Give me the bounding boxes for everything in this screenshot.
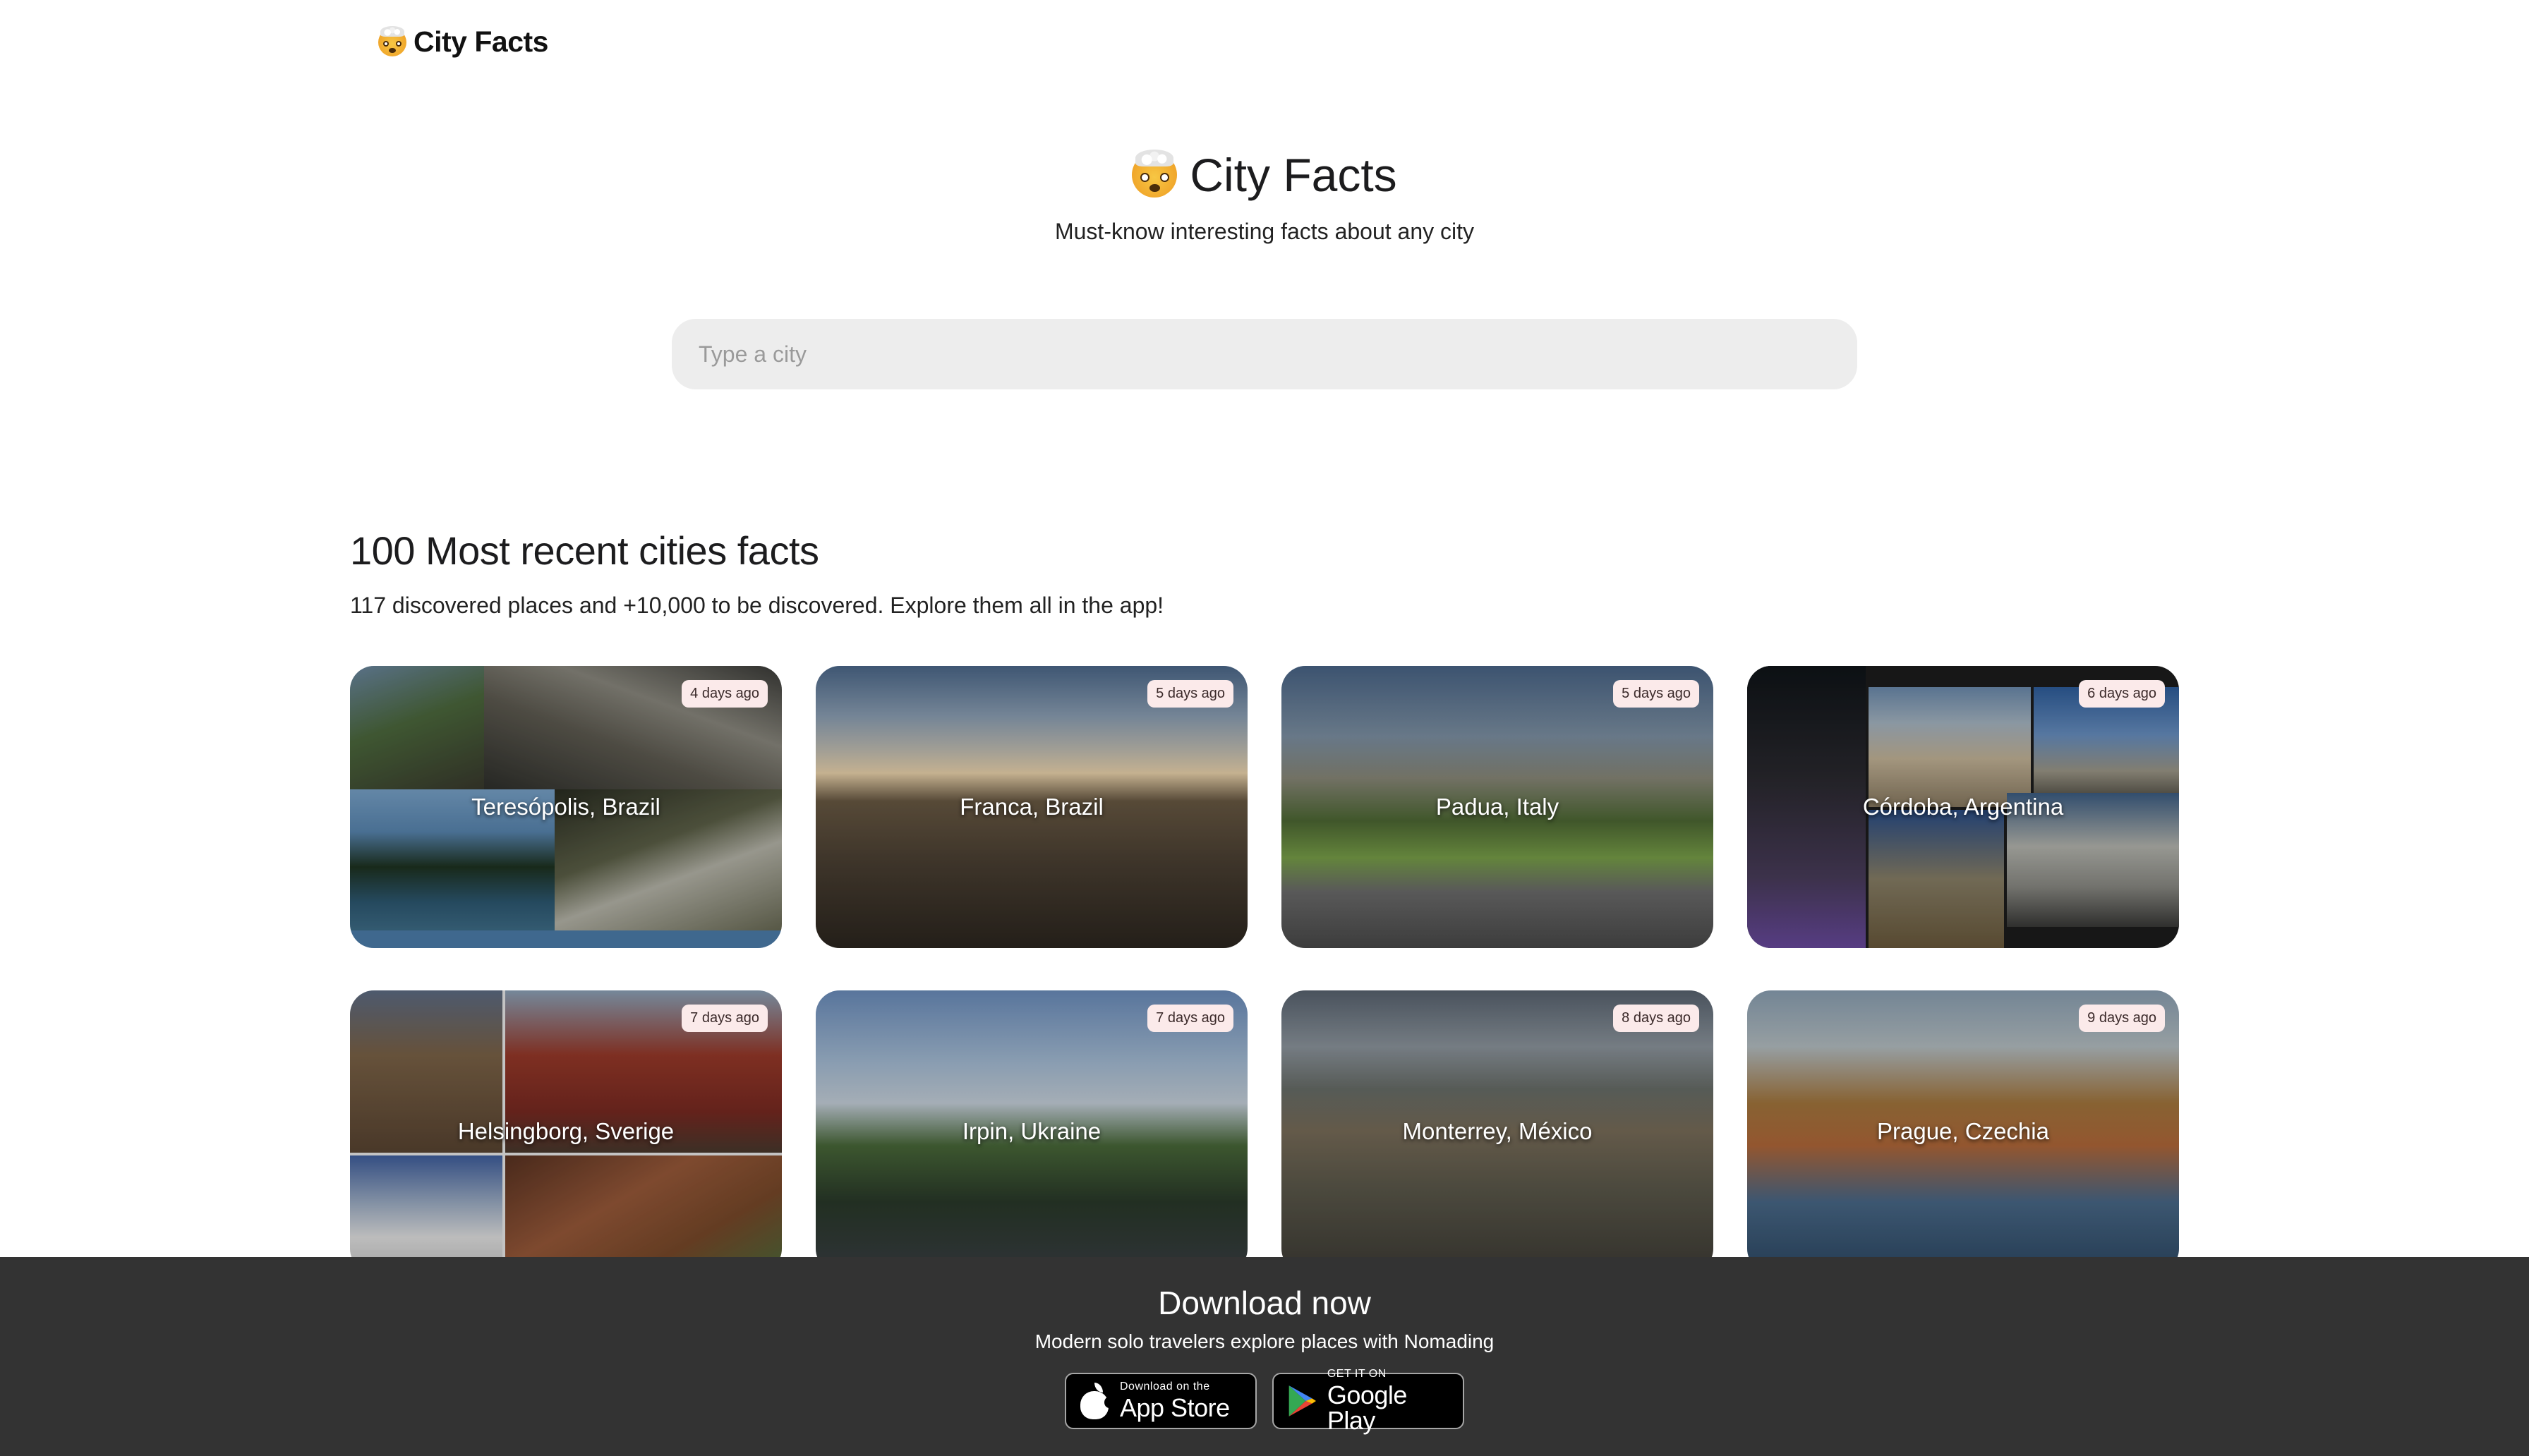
- city-card[interactable]: 4 days ago Teresópolis, Brazil: [350, 666, 782, 948]
- city-card[interactable]: 7 days ago Irpin, Ukraine: [816, 990, 1248, 1273]
- top-nav[interactable]: City Facts: [378, 25, 548, 59]
- city-card[interactable]: 9 days ago Prague, Czechia: [1747, 990, 2179, 1273]
- time-ago-badge: 4 days ago: [682, 680, 768, 708]
- google-play-icon: [1288, 1385, 1317, 1416]
- google-play-button[interactable]: GET IT ON Google Play: [1272, 1369, 1464, 1433]
- store-buttons: Download on the App Store GET IT ON Goog…: [0, 1369, 2529, 1433]
- section-subtitle: 117 discovered places and +10,000 to be …: [350, 593, 1164, 618]
- page-title: City Facts: [1132, 148, 1397, 202]
- brand-name[interactable]: City Facts: [414, 25, 548, 59]
- city-name: Padua, Italy: [1435, 794, 1559, 820]
- time-ago-badge: 7 days ago: [682, 1005, 768, 1032]
- footer-title: Download now: [1158, 1285, 1371, 1321]
- city-card[interactable]: 8 days ago Monterrey, México: [1281, 990, 1713, 1273]
- city-name: Irpin, Ukraine: [962, 1118, 1101, 1144]
- download-footer: Download now Modern solo travelers explo…: [0, 1257, 2529, 1456]
- apple-logo-icon: [1079, 1383, 1114, 1419]
- app-store-label: App Store: [1120, 1393, 1230, 1422]
- time-ago-badge: 7 days ago: [1147, 1005, 1233, 1032]
- city-name: Helsingborg, Sverige: [457, 1118, 675, 1144]
- exploding-head-icon: [1132, 150, 1178, 198]
- page-title-text: City Facts: [1190, 149, 1397, 201]
- time-ago-badge: 9 days ago: [2079, 1005, 2165, 1032]
- city-card[interactable]: 6 days ago Córdoba, Argentina: [1747, 666, 2179, 948]
- city-name: Prague, Czechia: [1877, 1118, 2049, 1144]
- city-card[interactable]: 7 days ago Helsingborg, Sverige: [350, 990, 782, 1273]
- city-card[interactable]: 5 days ago Padua, Italy: [1281, 666, 1713, 948]
- google-play-label: Google Play: [1327, 1381, 1408, 1435]
- hero: City Facts Must-know interesting facts a…: [0, 148, 2529, 245]
- app-store-button[interactable]: Download on the App Store: [1065, 1373, 1257, 1429]
- page-subtitle: Must-know interesting facts about any ci…: [1054, 219, 1475, 244]
- section-title: 100 Most recent cities facts: [350, 528, 819, 573]
- time-ago-badge: 6 days ago: [2079, 680, 2165, 708]
- app-store-small-text: Download on the: [1120, 1381, 1210, 1393]
- time-ago-badge: 8 days ago: [1613, 1005, 1699, 1032]
- city-name: Monterrey, México: [1402, 1118, 1593, 1144]
- page: City Facts City Facts Must-know interest…: [0, 0, 2529, 1456]
- time-ago-badge: 5 days ago: [1613, 680, 1699, 708]
- city-name: Córdoba, Argentina: [1862, 794, 2064, 820]
- city-search-input[interactable]: [672, 319, 1857, 389]
- time-ago-badge: 5 days ago: [1147, 680, 1233, 708]
- city-name: Franca, Brazil: [960, 794, 1104, 820]
- exploding-head-icon: [378, 26, 406, 56]
- footer-subtitle: Modern solo travelers explore places wit…: [1034, 1330, 1495, 1352]
- city-name: Teresópolis, Brazil: [471, 794, 660, 820]
- city-card[interactable]: 5 days ago Franca, Brazil: [816, 666, 1248, 948]
- google-play-small-text: GET IT ON: [1327, 1368, 1387, 1380]
